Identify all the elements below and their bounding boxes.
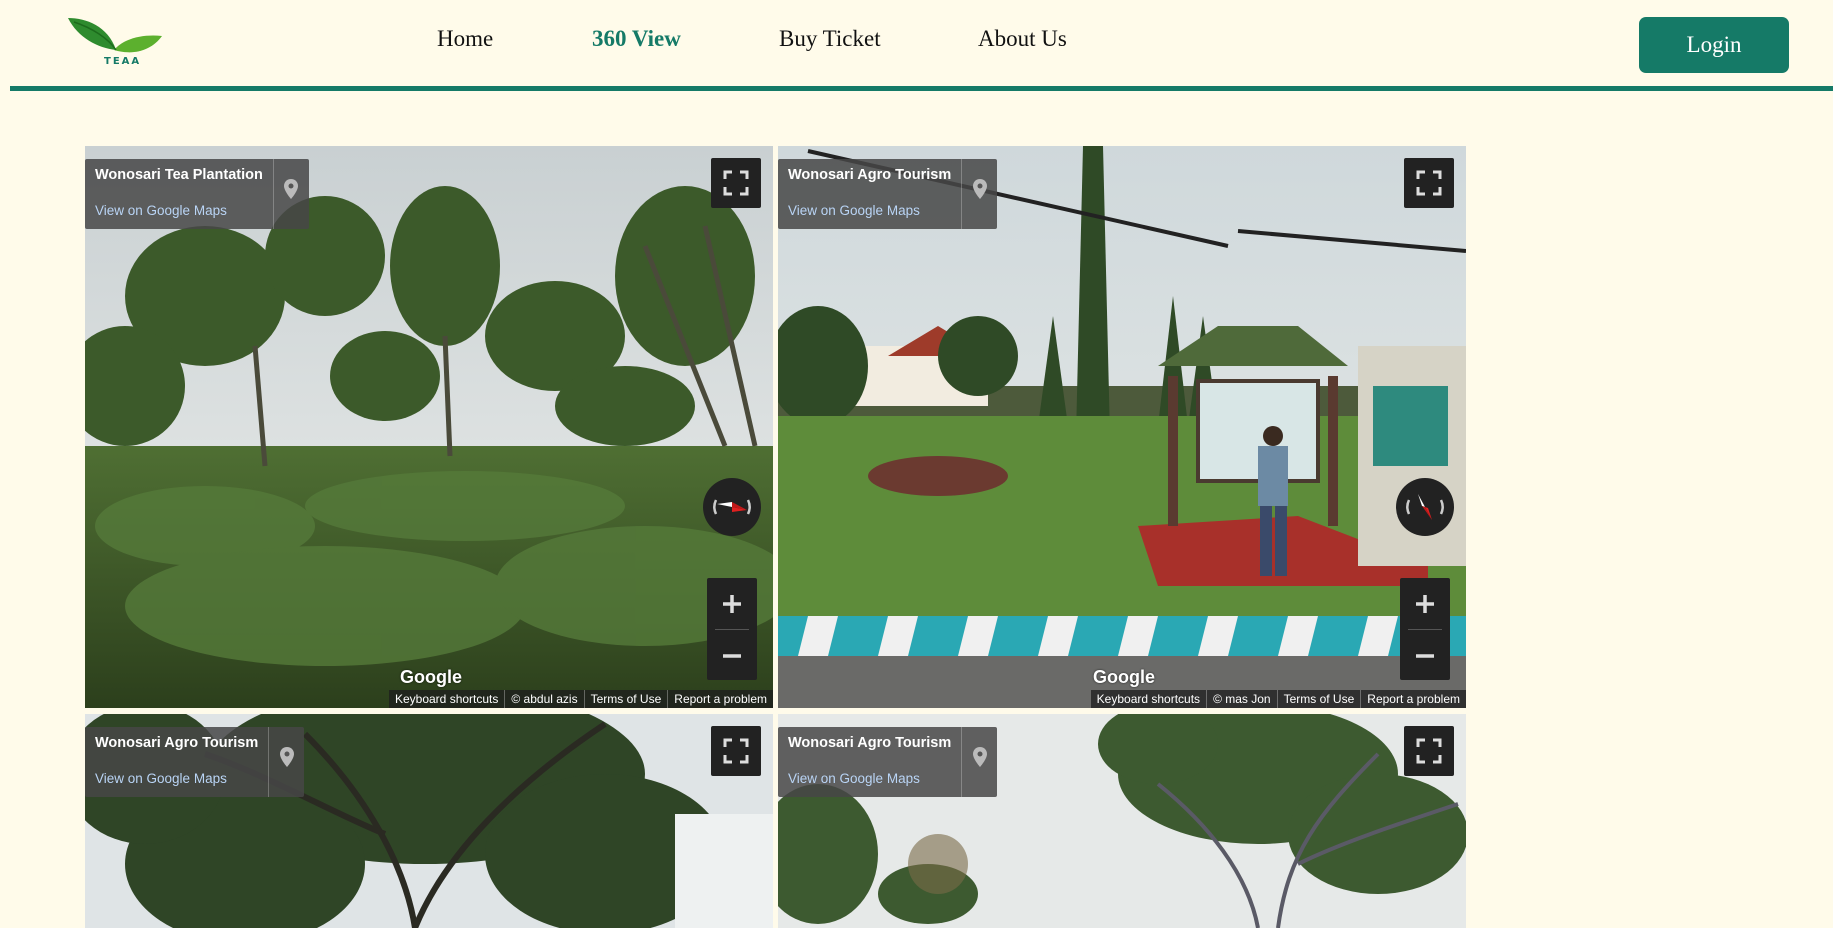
location-title: Wonosari Agro Tourism: [788, 167, 952, 183]
view-on-google-maps-link[interactable]: View on Google Maps: [95, 771, 258, 786]
fullscreen-button[interactable]: [1404, 726, 1454, 776]
zoom-control: [707, 578, 757, 680]
header-divider: [10, 86, 1833, 91]
site-header: TEAA Home 360 View Buy Ticket About Us L…: [0, 0, 1833, 92]
map-pin-icon[interactable]: [272, 159, 309, 229]
compass-icon: [713, 499, 751, 515]
minus-icon: [723, 653, 741, 658]
street-view-panel-1[interactable]: Wonosari Tea Plantation View on Google M…: [85, 146, 773, 708]
location-info-box: Wonosari Agro Tourism View on Google Map…: [778, 727, 998, 797]
terms-link[interactable]: Terms of Use: [583, 690, 668, 708]
fullscreen-icon: [1416, 170, 1442, 196]
fullscreen-button[interactable]: [1404, 158, 1454, 208]
zoom-in-button[interactable]: [707, 578, 757, 629]
map-pin-icon[interactable]: [268, 727, 304, 797]
fullscreen-icon: [723, 170, 749, 196]
compass-control[interactable]: [703, 478, 761, 536]
fullscreen-icon: [1416, 738, 1442, 764]
nav-about-us[interactable]: About Us: [978, 26, 1067, 52]
logo-text: TEAA: [104, 56, 142, 67]
login-button[interactable]: Login: [1639, 17, 1789, 73]
location-title: Wonosari Tea Plantation: [95, 167, 263, 183]
street-view-panel-2[interactable]: Wonosari Agro Tourism View on Google Map…: [778, 146, 1466, 708]
nav-buy-ticket[interactable]: Buy Ticket: [779, 26, 881, 52]
minus-icon: [1416, 653, 1434, 658]
nav-home[interactable]: Home: [437, 26, 493, 52]
panorama-image[interactable]: [85, 146, 773, 708]
logo[interactable]: TEAA: [64, 16, 164, 68]
nav-360-view[interactable]: 360 View: [592, 26, 681, 52]
google-logo: Google: [400, 667, 462, 687]
plus-icon: [1416, 594, 1434, 613]
location-title: Wonosari Agro Tourism: [788, 735, 952, 751]
zoom-in-button[interactable]: [1400, 578, 1450, 629]
report-problem-link[interactable]: Report a problem: [667, 690, 773, 708]
panorama-image[interactable]: [778, 146, 1466, 708]
map-footer: Keyboard shortcuts © mas Jon Terms of Us…: [1090, 690, 1466, 708]
fullscreen-button[interactable]: [711, 158, 761, 208]
map-pin-icon[interactable]: [961, 727, 997, 797]
view-on-google-maps-link[interactable]: View on Google Maps: [95, 203, 263, 218]
view-on-google-maps-link[interactable]: View on Google Maps: [788, 771, 951, 786]
compass-control[interactable]: [1396, 478, 1454, 536]
fullscreen-button[interactable]: [711, 726, 761, 776]
terms-link[interactable]: Terms of Use: [1276, 690, 1361, 708]
fullscreen-icon: [723, 738, 749, 764]
location-title: Wonosari Agro Tourism: [95, 735, 259, 751]
street-view-panel-3[interactable]: Wonosari Agro Tourism View on Google Map…: [85, 714, 773, 928]
keyboard-shortcuts-link[interactable]: Keyboard shortcuts: [389, 690, 504, 708]
location-info-box: Wonosari Agro Tourism View on Google Map…: [778, 159, 998, 229]
report-problem-link[interactable]: Report a problem: [1360, 690, 1466, 708]
photo-credit[interactable]: © abdul azis: [504, 690, 583, 708]
street-view-panel-4[interactable]: Wonosari Agro Tourism View on Google Map…: [778, 714, 1466, 928]
photo-credit[interactable]: © mas Jon: [1206, 690, 1277, 708]
keyboard-shortcuts-link[interactable]: Keyboard shortcuts: [1091, 690, 1206, 708]
map-footer: Keyboard shortcuts © abdul azis Terms of…: [388, 690, 773, 708]
zoom-out-button[interactable]: [1400, 630, 1450, 681]
plus-icon: [723, 594, 741, 613]
compass-icon: [1406, 494, 1444, 520]
zoom-control: [1400, 578, 1450, 680]
location-info-box: Wonosari Tea Plantation View on Google M…: [85, 159, 309, 229]
zoom-out-button[interactable]: [707, 630, 757, 681]
map-pin-icon[interactable]: [961, 159, 997, 229]
google-logo: Google: [1093, 667, 1155, 687]
view-on-google-maps-link[interactable]: View on Google Maps: [788, 203, 951, 218]
location-info-box: Wonosari Agro Tourism View on Google Map…: [85, 727, 305, 797]
